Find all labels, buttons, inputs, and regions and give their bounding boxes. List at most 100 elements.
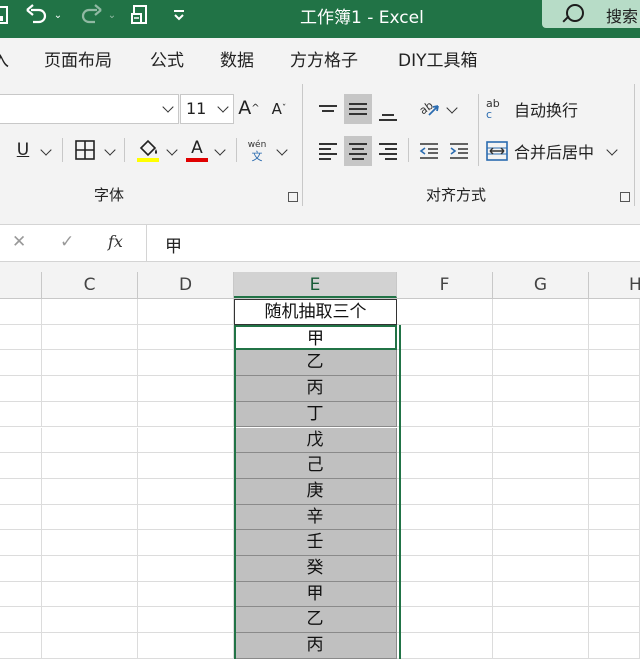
font-color-dropdown-icon[interactable] (214, 144, 226, 156)
cell-g[interactable] (493, 324, 589, 351)
underline-dropdown-icon[interactable] (40, 144, 52, 156)
cell-e[interactable]: 丙 (234, 633, 397, 659)
tab-page-layout[interactable]: 页面布局 (44, 46, 112, 71)
customize-qat-icon[interactable] (170, 0, 188, 30)
cell-g[interactable] (493, 581, 589, 608)
cell-e[interactable]: 壬 (234, 530, 397, 556)
fill-color-dropdown-icon[interactable] (166, 144, 178, 156)
cell-area[interactable]: 随机抽取三个甲乙丙丁戊己庚辛壬癸甲乙丙 (0, 299, 640, 659)
cell-e[interactable]: 戊 (234, 427, 397, 454)
row-header-cell[interactable] (0, 581, 42, 608)
font-name-select[interactable] (0, 94, 179, 124)
phonetic-dropdown-icon[interactable] (276, 144, 288, 156)
cell-d[interactable] (138, 401, 234, 428)
align-right-button[interactable] (374, 136, 402, 166)
cell-f[interactable] (397, 633, 493, 659)
cell-h[interactable] (589, 581, 640, 608)
enter-icon[interactable]: ✓ (60, 232, 74, 252)
cell-h[interactable] (589, 401, 640, 428)
font-dialog-launcher-icon[interactable] (288, 192, 298, 202)
cell-c[interactable] (42, 504, 138, 531)
row-header-cell[interactable] (0, 633, 42, 659)
cell-e[interactable]: 癸 (234, 556, 397, 582)
cell-f[interactable] (397, 427, 493, 454)
cell-d[interactable] (138, 376, 234, 402)
orientation-button[interactable]: ab (414, 92, 444, 122)
cell-d[interactable] (138, 556, 234, 582)
redo-dropdown-icon[interactable]: ⌄ (106, 0, 118, 30)
shrink-font-button[interactable]: Aˇ (268, 96, 290, 122)
cell-d[interactable] (138, 350, 234, 377)
orientation-dropdown-icon[interactable] (446, 102, 458, 114)
merge-center-button[interactable]: 合并后居中 (486, 136, 606, 166)
cell-e[interactable]: 己 (234, 453, 397, 479)
cell-h[interactable] (589, 376, 640, 402)
phonetic-guide-button[interactable]: wén 文 (244, 136, 270, 166)
column-header-g[interactable]: G (493, 272, 589, 298)
redo-icon[interactable] (76, 0, 106, 30)
row-header-cell[interactable] (0, 504, 42, 531)
cell-e[interactable]: 丁 (234, 401, 397, 428)
cell-d[interactable] (138, 478, 234, 505)
row-header-cell[interactable] (0, 607, 42, 634)
print-preview-icon[interactable] (128, 0, 154, 30)
cell-f[interactable] (397, 530, 493, 556)
align-center-button[interactable] (344, 136, 372, 166)
cell-g[interactable] (493, 401, 589, 428)
borders-button[interactable] (72, 136, 98, 164)
row-header-cell[interactable] (0, 556, 42, 582)
cell-c[interactable] (42, 607, 138, 634)
underline-button[interactable]: U (12, 136, 34, 164)
cell-h[interactable] (589, 299, 640, 325)
insert-function-icon[interactable]: fx (108, 232, 123, 251)
cell-f[interactable] (397, 581, 493, 608)
cell-c[interactable] (42, 530, 138, 556)
cell-f[interactable] (397, 607, 493, 634)
worksheet-grid[interactable]: C D E F G H 随机抽取三个甲乙丙丁戊己庚辛壬癸甲乙丙 (0, 272, 640, 659)
cell-g[interactable] (493, 478, 589, 505)
wrap-text-button[interactable]: ab c 自动换行 (486, 94, 606, 124)
cell-h[interactable] (589, 350, 640, 377)
cell-g[interactable] (493, 376, 589, 402)
formula-input[interactable]: 甲 (146, 225, 640, 261)
cell-d[interactable] (138, 607, 234, 634)
column-header-e[interactable]: E (234, 272, 397, 298)
row-header-cell[interactable] (0, 299, 42, 325)
font-size-select[interactable]: 11 (180, 94, 234, 124)
cell-f[interactable] (397, 299, 493, 325)
alignment-dialog-launcher-icon[interactable] (620, 192, 630, 202)
cell-f[interactable] (397, 453, 493, 479)
cell-c[interactable] (42, 427, 138, 454)
cell-d[interactable] (138, 453, 234, 479)
cell-c[interactable] (42, 401, 138, 428)
search-box[interactable]: 搜索 (542, 0, 640, 28)
column-header-f[interactable]: F (397, 272, 493, 298)
column-header-h[interactable]: H (589, 272, 640, 298)
cell-d[interactable] (138, 530, 234, 556)
decrease-indent-button[interactable] (416, 136, 442, 166)
cell-g[interactable] (493, 556, 589, 582)
cell-d[interactable] (138, 299, 234, 325)
cell-h[interactable] (589, 556, 640, 582)
cell-d[interactable] (138, 324, 234, 351)
tab-data[interactable]: 数据 (220, 46, 254, 71)
align-top-button[interactable] (314, 94, 342, 122)
cancel-icon[interactable]: ✕ (12, 232, 26, 252)
cell-g[interactable] (493, 299, 589, 325)
cell-c[interactable] (42, 350, 138, 377)
cell-h[interactable] (589, 453, 640, 479)
cell-g[interactable] (493, 427, 589, 454)
cell-g[interactable] (493, 633, 589, 659)
merge-center-dropdown-icon[interactable] (606, 144, 618, 156)
cell-f[interactable] (397, 324, 493, 351)
cell-d[interactable] (138, 427, 234, 454)
cell-e-header[interactable]: 随机抽取三个 (234, 299, 397, 325)
align-middle-button[interactable] (344, 94, 372, 124)
fill-color-button[interactable] (134, 136, 162, 166)
tab-fangfang-gezi[interactable]: 方方格子 (290, 46, 358, 71)
row-header-cell[interactable] (0, 453, 42, 479)
cell-e-active[interactable]: 甲 (234, 324, 397, 351)
cell-f[interactable] (397, 478, 493, 505)
cell-h[interactable] (589, 633, 640, 659)
cell-f[interactable] (397, 350, 493, 377)
